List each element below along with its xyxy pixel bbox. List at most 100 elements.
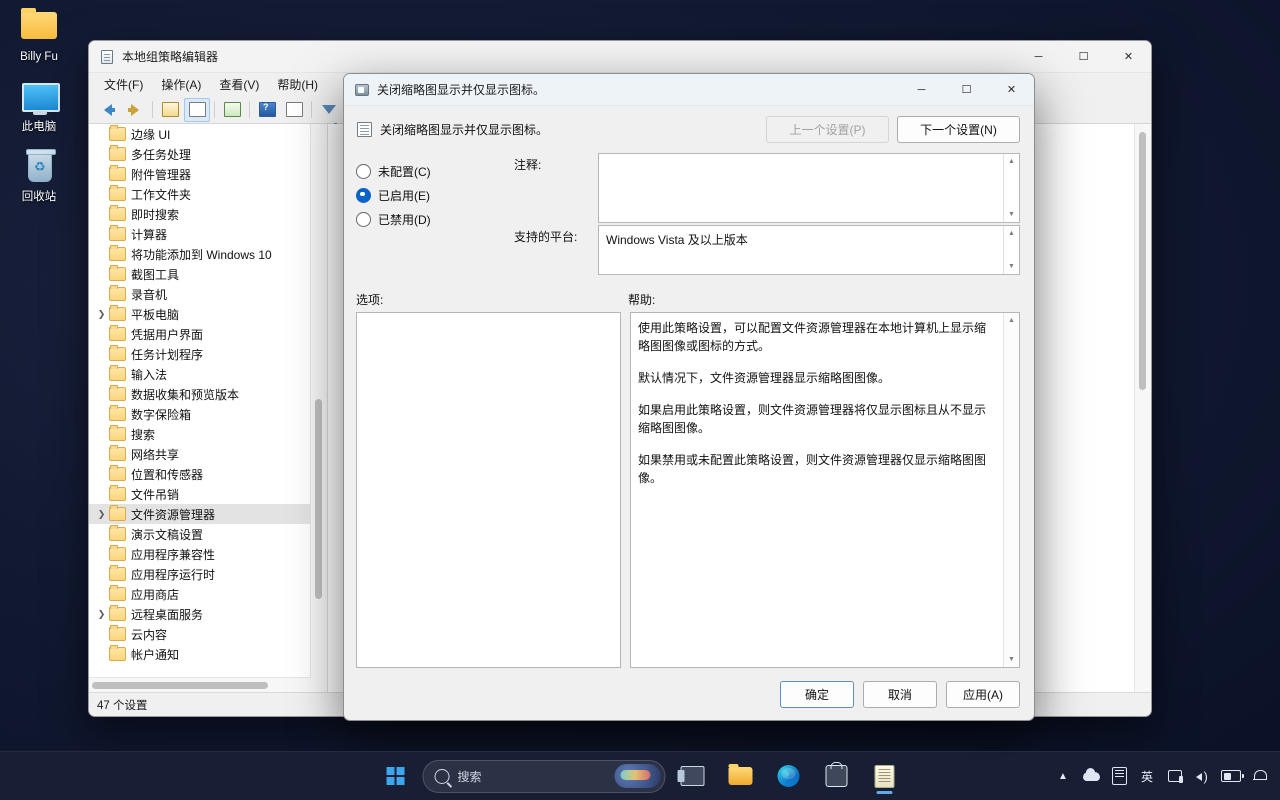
radio-enabled[interactable]: 已启用(E) (356, 183, 514, 207)
tree-item[interactable]: 工作文件夹 (89, 184, 311, 204)
copilot-pill-icon[interactable] (615, 764, 661, 788)
tree-horizontal-scrollbar[interactable] (89, 677, 311, 692)
next-setting-button[interactable]: 下一个设置(N) (897, 116, 1020, 143)
minimize-button[interactable]: ─ (1016, 41, 1061, 72)
tree-item[interactable]: 截图工具 (89, 264, 311, 284)
radio-button-icon[interactable] (356, 212, 371, 227)
menu-item-file[interactable]: 文件(F) (95, 74, 152, 95)
maximize-button[interactable]: ☐ (1061, 41, 1106, 72)
policy-tree-pane[interactable]: 边缘 UI多任务处理附件管理器工作文件夹即时搜索计算器将功能添加到 Window… (89, 124, 328, 692)
export-list-icon[interactable] (219, 98, 245, 122)
filter-icon[interactable] (316, 98, 342, 122)
start-button[interactable] (375, 756, 417, 796)
platform-scrollbar[interactable]: ▲ ▼ (1003, 226, 1019, 274)
scroll-down-icon[interactable]: ▼ (1004, 652, 1019, 667)
platform-textarea[interactable]: Windows Vista 及以上版本 ▲ ▼ (598, 225, 1020, 275)
tree-item[interactable]: 应用商店 (89, 584, 311, 604)
list-vertical-scrollbar[interactable] (1134, 124, 1151, 692)
help-scrollbar[interactable]: ▲ ▼ (1003, 313, 1019, 667)
tree-item[interactable]: ❯平板电脑 (89, 304, 311, 324)
taskbar-microsoft-edge[interactable] (768, 756, 810, 796)
onedrive-cloud-icon[interactable] (1078, 760, 1104, 792)
tree-item[interactable]: 网络共享 (89, 444, 311, 464)
search-input[interactable]: 搜索 (423, 760, 666, 793)
tree-item[interactable]: 凭据用户界面 (89, 324, 311, 344)
desktop-icon-this-pc[interactable]: 此电脑 (0, 78, 78, 134)
tree-item[interactable]: ❯文件资源管理器 (89, 504, 311, 524)
radio-button-icon[interactable] (356, 164, 371, 179)
comment-textarea[interactable]: ▲ ▼ (598, 153, 1020, 223)
tree-item[interactable]: 任务计划程序 (89, 344, 311, 364)
previous-setting-button[interactable]: 上一个设置(P) (766, 116, 889, 143)
cancel-button[interactable]: 取消 (863, 681, 937, 708)
back-arrow-icon[interactable] (95, 98, 121, 122)
taskbar-file-explorer[interactable] (720, 756, 762, 796)
tree-item[interactable]: 数字保险箱 (89, 404, 311, 424)
chevron-right-icon[interactable]: ❯ (95, 609, 108, 620)
battery-icon[interactable] (1218, 760, 1244, 792)
ok-button[interactable]: 确定 (780, 681, 854, 708)
close-button[interactable]: ✕ (1106, 41, 1151, 72)
tree-item[interactable]: 文件吊销 (89, 484, 311, 504)
tray-app-icon[interactable] (1106, 760, 1132, 792)
chevron-right-icon[interactable]: ❯ (95, 309, 108, 320)
menu-item-action[interactable]: 操作(A) (152, 74, 210, 95)
scroll-up-icon[interactable]: ▲ (1004, 154, 1019, 169)
show-hide-tree-icon[interactable] (184, 98, 210, 122)
scrollbar-thumb[interactable] (315, 399, 322, 599)
tree-item[interactable]: 搜索 (89, 424, 311, 444)
menu-item-help[interactable]: 帮助(H) (268, 74, 327, 95)
comment-scrollbar[interactable]: ▲ ▼ (1003, 154, 1019, 222)
tree-item[interactable]: ❯远程桌面服务 (89, 604, 311, 624)
tree-item[interactable]: 边缘 UI (89, 124, 311, 144)
help-pane[interactable]: 使用此策略设置，可以配置文件资源管理器在本地计算机上显示缩略图图像或图标的方式。… (630, 312, 1020, 668)
forward-arrow-icon[interactable] (122, 98, 148, 122)
tree-item[interactable]: 云内容 (89, 624, 311, 644)
tree-item[interactable]: 即时搜索 (89, 204, 311, 224)
dialog-maximize-button[interactable]: ☐ (944, 74, 989, 105)
tree-item[interactable]: 录音机 (89, 284, 311, 304)
window-title-bar[interactable]: 本地组策略编辑器 ─ ☐ ✕ (89, 41, 1151, 73)
network-icon[interactable] (1162, 760, 1188, 792)
taskbar-task-view[interactable] (672, 756, 714, 796)
tree-item[interactable]: 数据收集和预览版本 (89, 384, 311, 404)
tree-item[interactable]: 演示文稿设置 (89, 524, 311, 544)
dialog-minimize-button[interactable]: ─ (899, 74, 944, 105)
tree-item[interactable]: 帐户通知 (89, 644, 311, 664)
tree-item[interactable]: 位置和传感器 (89, 464, 311, 484)
dialog-title-bar[interactable]: 关闭缩略图显示并仅显示图标。 ─ ☐ ✕ (344, 74, 1034, 106)
tree-item[interactable]: 附件管理器 (89, 164, 311, 184)
taskbar-microsoft-store[interactable] (816, 756, 858, 796)
tree-item[interactable]: 应用程序兼容性 (89, 544, 311, 564)
scrollbar-thumb[interactable] (92, 682, 268, 689)
notifications-bell-icon[interactable] (1246, 760, 1272, 792)
scroll-up-icon[interactable]: ▲ (1004, 226, 1019, 241)
apply-button[interactable]: 应用(A) (946, 681, 1020, 708)
radio-not-configured[interactable]: 未配置(C) (356, 159, 514, 183)
radio-disabled[interactable]: 已禁用(D) (356, 207, 514, 231)
tree-vertical-scrollbar[interactable] (310, 124, 327, 692)
desktop-icon-billy-fu[interactable]: Billy Fu (0, 8, 78, 64)
volume-icon[interactable] (1190, 760, 1216, 792)
chevron-right-icon[interactable]: ❯ (95, 509, 108, 520)
tree-item[interactable]: 应用程序运行时 (89, 564, 311, 584)
scrollbar-thumb[interactable] (1139, 132, 1146, 390)
ime-language-icon[interactable]: 英 (1134, 760, 1160, 792)
dialog-close-button[interactable]: ✕ (989, 74, 1034, 105)
options-pane[interactable] (356, 312, 621, 668)
help-icon[interactable] (254, 98, 280, 122)
desktop-icon-recycle-bin[interactable]: 回收站 (0, 148, 78, 204)
up-one-level-icon[interactable] (157, 98, 183, 122)
show-hidden-icons-chevron-icon[interactable]: ▲ (1050, 760, 1076, 792)
scroll-up-icon[interactable]: ▲ (1004, 313, 1019, 328)
tree-item[interactable]: 输入法 (89, 364, 311, 384)
radio-button-selected-icon[interactable] (356, 188, 371, 203)
tree-item[interactable]: 计算器 (89, 224, 311, 244)
scroll-down-icon[interactable]: ▼ (1004, 207, 1019, 222)
menu-item-view[interactable]: 查看(V) (210, 74, 268, 95)
detail-view-icon[interactable] (281, 98, 307, 122)
tree-item[interactable]: 多任务处理 (89, 144, 311, 164)
scroll-down-icon[interactable]: ▼ (1004, 259, 1019, 274)
tree-item[interactable]: 将功能添加到 Windows 10 (89, 244, 311, 264)
taskbar-group-policy-editor[interactable] (864, 756, 906, 796)
